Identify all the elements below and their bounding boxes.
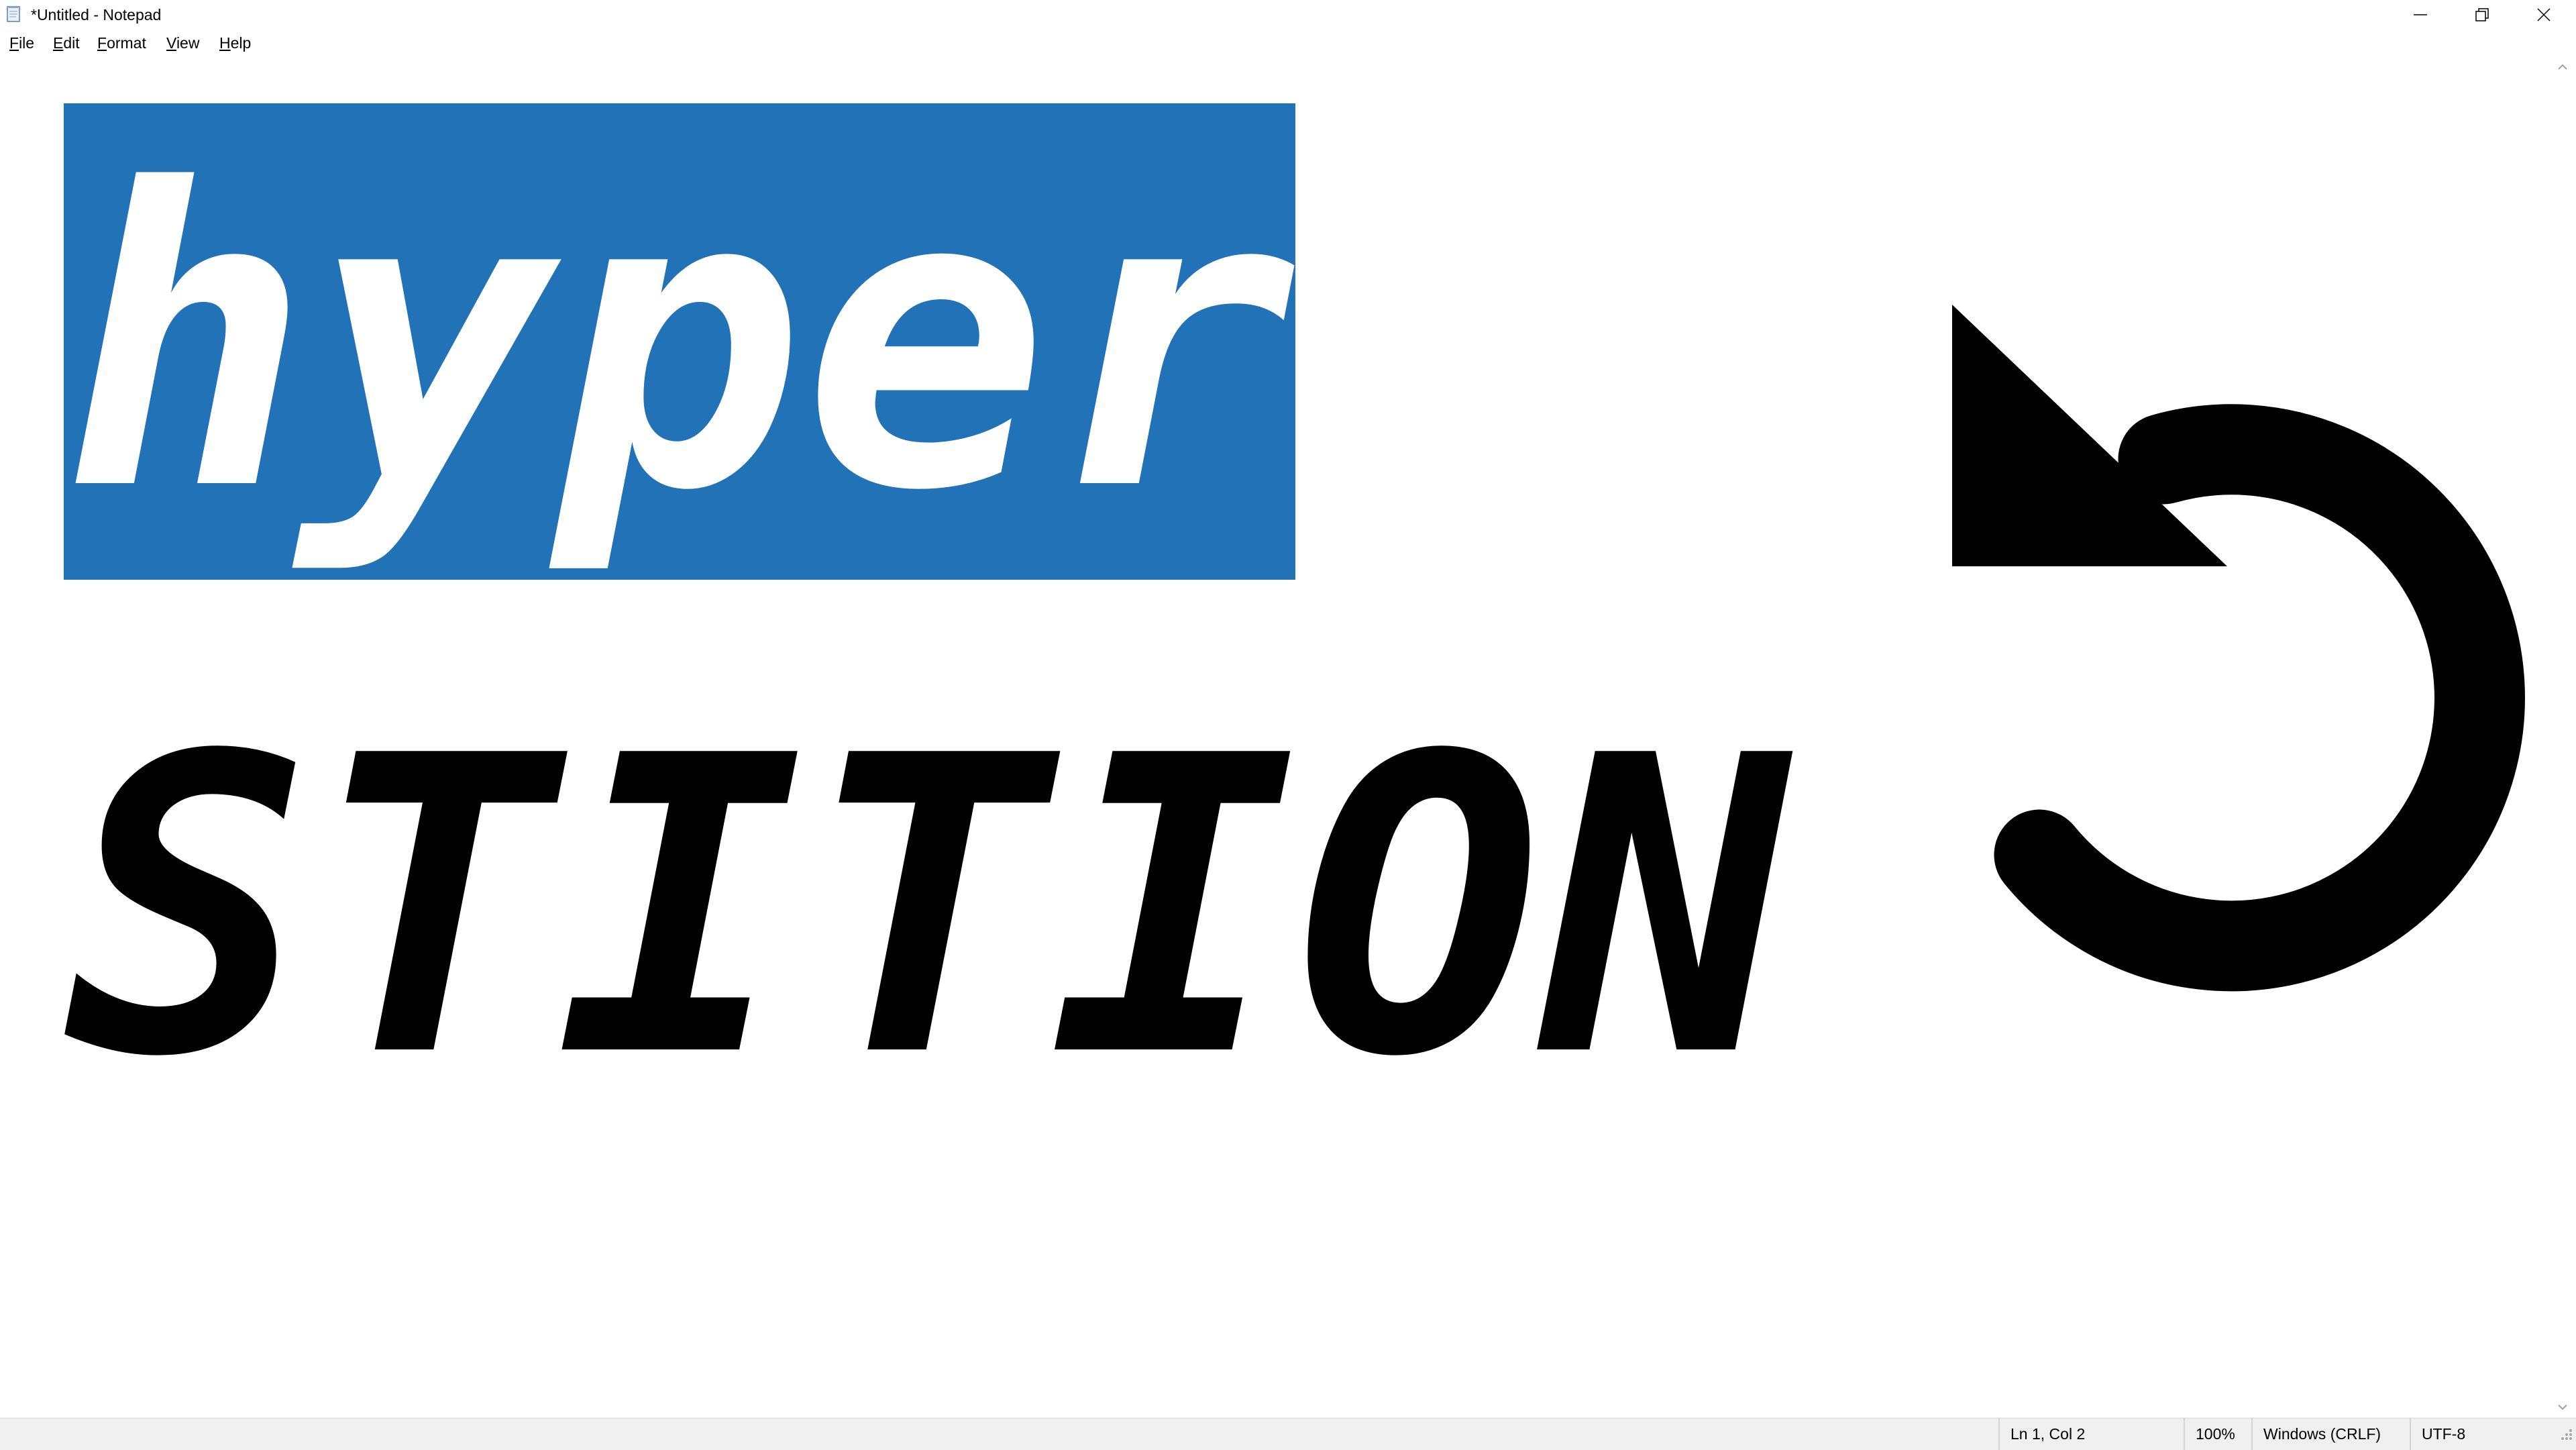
menu-bar: File Edit Format View Help <box>0 30 2576 56</box>
menu-help[interactable]: Help <box>219 34 251 52</box>
minimize-button[interactable] <box>2390 0 2451 30</box>
vertical-scrollbar[interactable] <box>2549 56 2576 1418</box>
zoom-level: 100% <box>2184 1418 2251 1450</box>
resize-grip-icon[interactable] <box>2555 1427 2573 1445</box>
menu-view[interactable]: View <box>166 34 199 52</box>
editor-line-1[interactable]: hyper <box>64 58 1296 625</box>
encoding: UTF-8 <box>2410 1418 2549 1450</box>
window-title: *Untitled - Notepad <box>31 6 162 23</box>
restore-icon <box>2475 8 2489 21</box>
line-ending: Windows (CRLF) <box>2251 1418 2410 1450</box>
notepad-icon[interactable] <box>5 5 23 23</box>
status-bar: Ln 1, Col 2 100% Windows (CRLF) UTF-8 <box>0 1418 2576 1450</box>
menu-file[interactable]: File <box>9 34 34 52</box>
notepad-window: *Untitled - Notepad File Edit Format Vie… <box>0 0 2576 1450</box>
undo-arrow-icon <box>1952 305 2525 992</box>
minimize-icon <box>2414 14 2427 15</box>
editor-line-2[interactable]: STITION <box>64 624 1788 1192</box>
text-editor[interactable]: hyper STITION <box>0 56 2549 1418</box>
title-bar[interactable]: *Untitled - Notepad <box>0 0 2576 30</box>
menu-edit[interactable]: Edit <box>53 34 80 52</box>
selected-text[interactable]: hyper <box>64 103 1296 580</box>
scroll-up-icon[interactable] <box>2557 62 2568 72</box>
menu-format[interactable]: Format <box>97 34 146 52</box>
close-icon <box>2537 8 2551 21</box>
scroll-down-icon[interactable] <box>2557 1402 2568 1412</box>
restore-button[interactable] <box>2451 0 2513 30</box>
close-button[interactable] <box>2513 0 2575 30</box>
cursor-position: Ln 1, Col 2 <box>1998 1418 2184 1450</box>
line-2-text[interactable]: STITION <box>64 670 1788 1146</box>
